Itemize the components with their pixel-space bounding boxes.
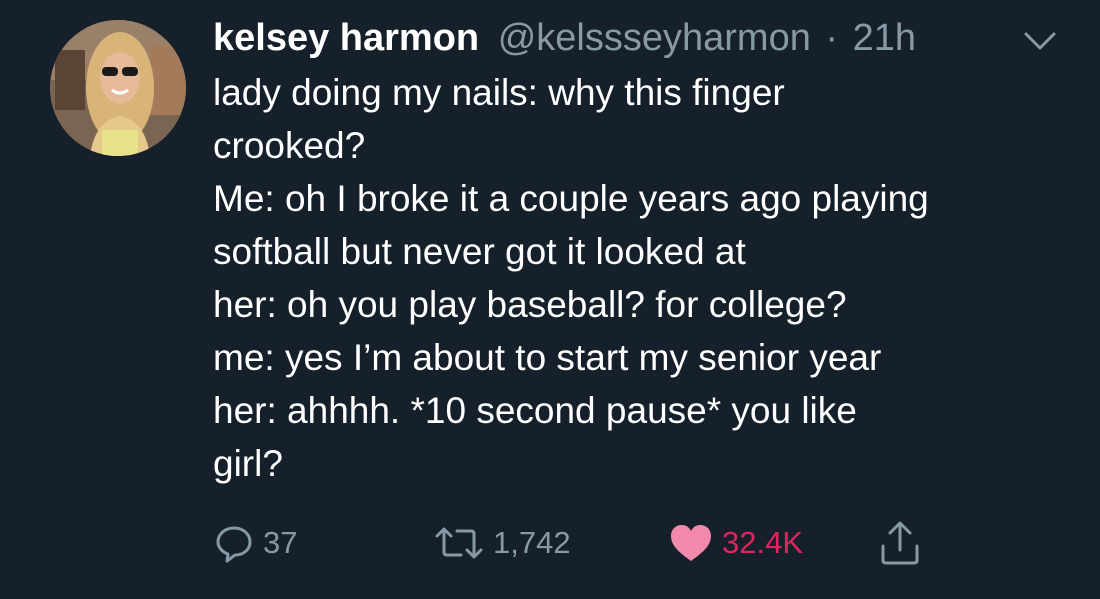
like-button[interactable]: 32.4K xyxy=(668,518,803,568)
retweet-button[interactable]: 1,742 xyxy=(433,518,571,568)
tweet-actions: 37 1,742 32.4K xyxy=(213,518,1073,568)
like-count: 32.4K xyxy=(722,525,804,560)
tweet-line: me: yes I’m about to start my senior yea… xyxy=(213,337,882,378)
tweet-header: kelsey harmon @kelssseyharmon · 21h xyxy=(213,12,916,64)
tweet-line: Me: oh I broke it a couple years ago pla… xyxy=(213,178,929,219)
reply-count: 37 xyxy=(263,525,298,560)
tweet-line: girl? xyxy=(213,443,283,484)
tweet-line: crooked? xyxy=(213,125,366,166)
share-button[interactable] xyxy=(878,518,922,568)
tweet-line: her: ahhhh. *10 second pause* you like xyxy=(213,390,857,431)
reply-button[interactable]: 37 xyxy=(213,518,297,568)
share-icon xyxy=(878,520,922,566)
display-name[interactable]: kelsey harmon xyxy=(213,17,479,59)
avatar[interactable] xyxy=(50,20,186,156)
tweet: kelsey harmon @kelssseyharmon · 21h lady… xyxy=(0,0,1100,599)
separator-dot: · xyxy=(825,17,839,59)
user-handle[interactable]: @kelssseyharmon xyxy=(498,17,811,59)
tweet-line: lady doing my nails: why this finger xyxy=(213,72,785,113)
heart-icon xyxy=(668,522,714,564)
tweet-line: her: oh you play baseball? for college? xyxy=(213,284,847,325)
reply-icon xyxy=(213,522,255,564)
avatar-image xyxy=(50,20,186,156)
timestamp[interactable]: 21h xyxy=(853,17,916,59)
chevron-down-icon[interactable] xyxy=(1020,26,1060,56)
tweet-line: softball but never got it looked at xyxy=(213,231,746,272)
tweet-text: lady doing my nails: why this finger cro… xyxy=(213,66,1073,490)
retweet-count: 1,742 xyxy=(493,525,571,560)
retweet-icon xyxy=(433,522,485,564)
